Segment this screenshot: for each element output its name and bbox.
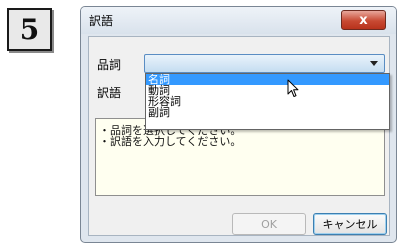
close-icon: x [359, 12, 368, 28]
dialog-client-area: 品詞 名詞 動詞 形容詞 副詞 訳語 ・品詞を選択してください。 ・訳語を入力し… [88, 36, 390, 236]
part-of-speech-dropdown-list: 名詞 動詞 形容詞 副詞 [145, 73, 390, 130]
step-number-badge: 5 [7, 8, 52, 51]
part-of-speech-label: 品詞 [97, 58, 122, 72]
dropdown-option-adjective[interactable]: 形容詞 [146, 96, 389, 107]
cancel-button[interactable]: キャンセル [313, 213, 387, 235]
dialog-title: 訳語 [89, 14, 114, 28]
dropdown-option-adverb[interactable]: 副詞 [146, 107, 389, 118]
dropdown-option-noun[interactable]: 名詞 [146, 74, 389, 85]
mouse-pointer-icon [287, 79, 299, 97]
part-of-speech-combobox[interactable] [144, 54, 385, 73]
dropdown-option-verb[interactable]: 動詞 [146, 85, 389, 96]
dialog-titlebar: 訳語 x [81, 7, 396, 34]
chevron-down-icon [370, 61, 378, 66]
translation-label: 訳語 [97, 86, 122, 100]
ok-button[interactable]: OK [232, 213, 306, 235]
close-button[interactable]: x [341, 10, 386, 30]
hint-line-enter-translation: ・訳語を入力してください。 [99, 135, 242, 148]
translation-dialog: 訳語 x 品詞 名詞 動詞 形容詞 副詞 訳語 ・品詞を選択してください。 ・訳… [80, 6, 397, 243]
